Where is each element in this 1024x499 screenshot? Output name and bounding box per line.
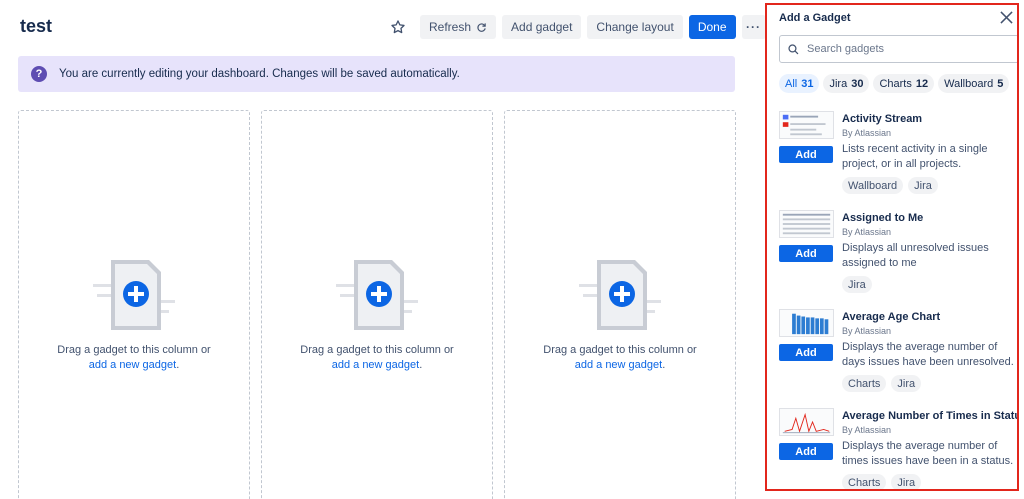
filter-count: 30 [851,77,864,90]
column-hint: Drag a gadget to this column or add a ne… [262,343,492,373]
gadget-author: By Atlassian [842,326,892,336]
filter-label: Jira [829,77,848,90]
average-age-chart-thumbnail [779,309,834,337]
add-new-gadget-link[interactable]: add a new gadget [332,359,419,371]
gadget-tags: Wallboard Jira [842,177,938,194]
gadget-tags: Charts Jira [842,474,922,489]
gadget-item-average-age-chart: Add Average Age Chart By Atlassian Displ… [779,307,1017,403]
column-hint-suffix: . [662,359,666,371]
add-gadget-button[interactable]: Add gadget [502,15,582,39]
average-times-in-status-thumbnail [779,408,834,436]
star-icon [391,20,405,34]
category-filters: All 31 Jira 30 Charts 12 Wallboard 5 [779,74,1010,93]
column-hint: Drag a gadget to this column or add a ne… [505,343,735,373]
add-gadget-average-age-chart-button[interactable]: Add [779,344,833,361]
add-gadget-panel: Add a Gadget All31 Jira30 Charts12 Wallb… [765,3,1019,491]
filter-label: All [785,77,798,90]
add-gadget-illustration-icon [93,260,175,330]
gadget-item-assigned-to-me: Add Assigned to Me By Atlassian Displays… [779,208,1017,304]
filter-count: 12 [915,77,929,90]
assigned-to-me-thumbnail [779,210,834,238]
search-gadgets-input[interactable] [807,43,997,55]
column-hint-text: Drag a gadget to this column or [543,344,697,356]
column-hint-text: Drag a gadget to this column or [57,344,211,356]
gadget-name: Assigned to Me [842,212,924,224]
add-gadget-assigned-to-me-button[interactable]: Add [779,245,833,262]
add-new-gadget-link[interactable]: add a new gadget [89,359,176,371]
refresh-button[interactable]: Refresh [420,15,497,39]
gadget-tag: Wallboard [842,177,904,194]
gadget-description: Displays the average number of times iss… [842,440,1014,467]
filter-label: Charts [879,77,912,90]
gadget-item-average-number-of-times-in-status: Add Average Number of Times in Status By… [779,406,1019,489]
activity-stream-thumbnail [779,111,834,139]
gadget-author: By Atlassian [842,128,892,138]
filter-jira[interactable]: Jira 30 [823,74,870,93]
filter-wallboard[interactable]: Wallboard 5 [938,74,1010,93]
page-title: test [20,16,53,36]
refresh-button-label: Refresh [429,20,472,34]
add-new-gadget-link[interactable]: add a new gadget [575,359,662,371]
add-gadget-average-times-in-status-button[interactable]: Add [779,443,833,460]
gadget-description: Lists recent activity in a single projec… [842,143,988,170]
gadget-tags: Jira [842,276,872,293]
gadget-tag: Jira [891,375,922,392]
column-hint-suffix: . [176,359,180,371]
column-hint-suffix: . [419,359,423,371]
column-hint: Drag a gadget to this column or add a ne… [19,343,249,373]
change-layout-button[interactable]: Change layout [587,15,683,39]
dashboard-column-1[interactable]: Drag a gadget to this column or add a ne… [18,110,250,499]
banner-text: You are currently editing your dashboard… [59,68,460,80]
gadget-tag: Jira [891,474,922,489]
more-actions-button[interactable]: ··· [741,15,766,39]
help-icon: ? [31,66,47,82]
dashboard-column-2[interactable]: Drag a gadget to this column or add a ne… [261,110,493,499]
search-gadgets-field[interactable] [779,35,1017,63]
editing-banner: ? You are currently editing your dashboa… [18,56,735,92]
close-button[interactable] [997,8,1015,26]
panel-title: Add a Gadget [779,12,851,24]
gadget-tag: Charts [842,375,887,392]
close-icon [999,10,1013,24]
gadget-name: Average Number of Times in Status [842,410,1019,422]
filter-label: Wallboard [944,77,994,90]
refresh-icon [477,22,486,32]
gadget-item-activity-stream: Add Activity Stream By Atlassian Lists r… [779,109,1017,205]
gadget-description: Displays all unresolved issues assigned … [842,242,989,269]
dashboard-column-3[interactable]: Drag a gadget to this column or add a ne… [504,110,736,499]
gadget-name: Average Age Chart [842,311,941,323]
filter-charts[interactable]: Charts 12 [873,74,935,93]
gadget-name: Activity Stream [842,113,923,125]
star-button[interactable] [386,15,410,39]
gadget-tag: Jira [908,177,938,194]
search-icon [788,43,799,54]
gadget-tag: Jira [842,276,872,293]
add-gadget-activity-stream-button[interactable]: Add [779,146,833,163]
done-button[interactable]: Done [688,15,736,39]
gadget-tag: Charts [842,474,887,489]
column-hint-text: Drag a gadget to this column or [300,344,454,356]
dashboard-toolbar: Refresh Add gadget Change layout Done ··… [386,15,766,39]
filter-count: 5 [997,77,1004,90]
filter-all[interactable]: All 31 [779,74,820,93]
add-gadget-illustration-icon [336,260,418,330]
gadget-description: Displays the average number of days issu… [842,341,1014,368]
gadget-tags: Charts Jira [842,375,922,392]
gadget-author: By Atlassian [842,425,892,435]
gadget-author: By Atlassian [842,227,892,237]
filter-count: 31 [801,77,814,90]
add-gadget-illustration-icon [579,260,661,330]
